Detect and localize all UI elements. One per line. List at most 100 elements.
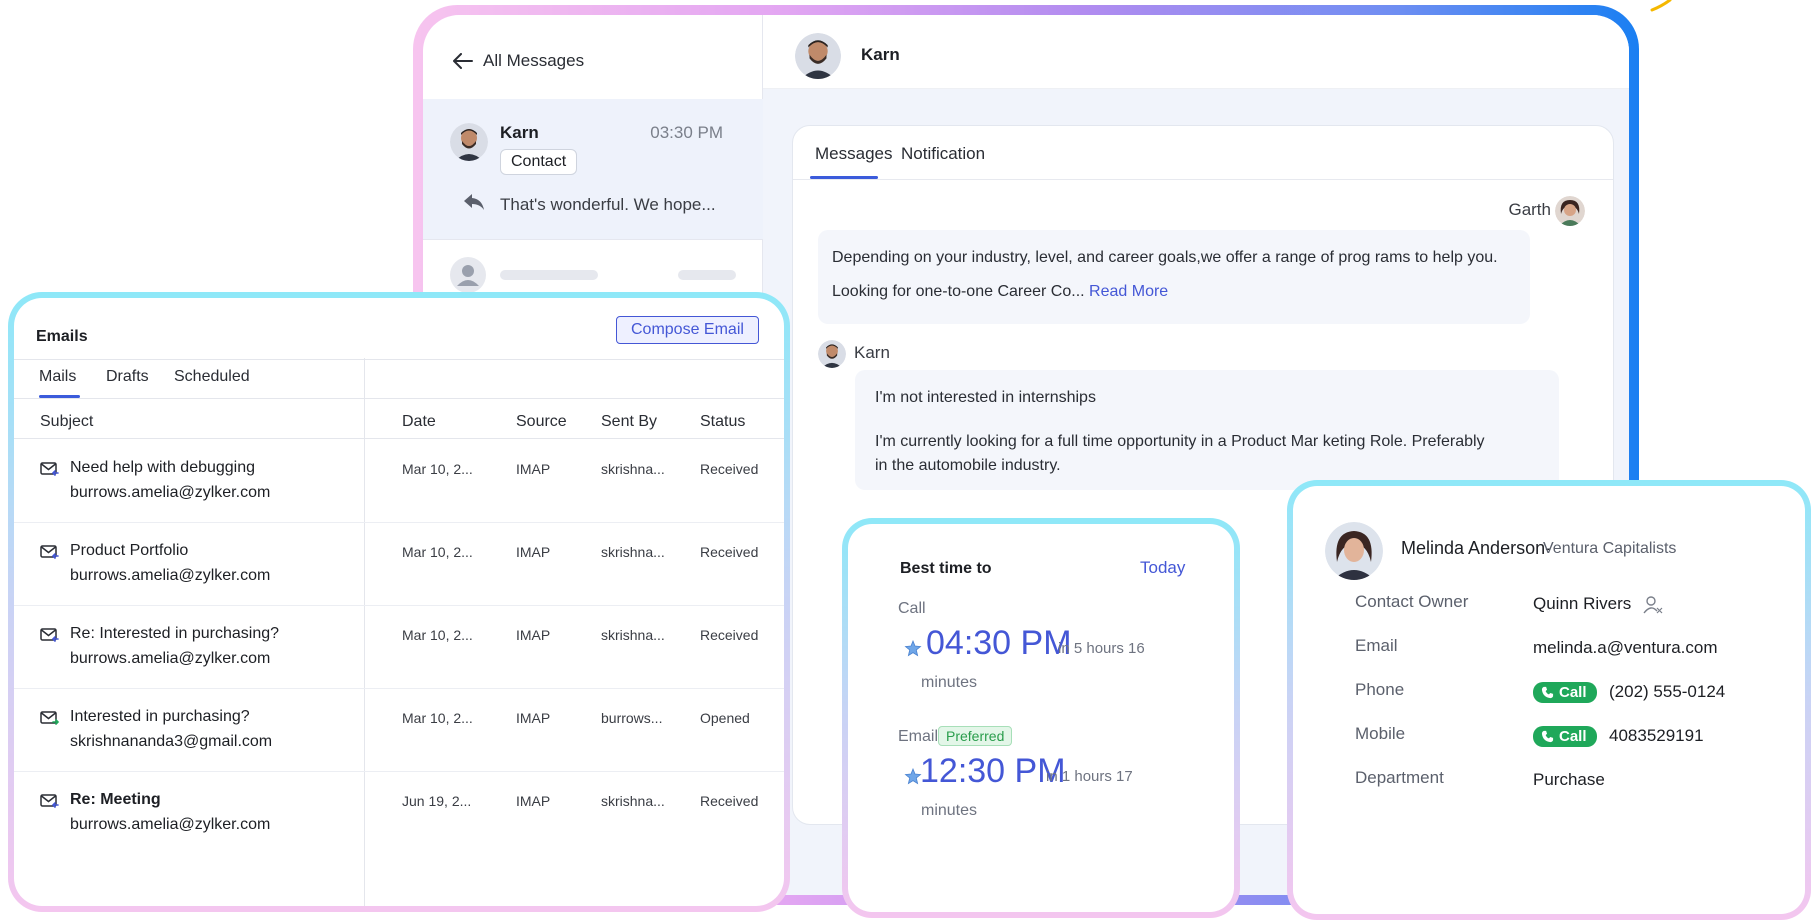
column-subject: Subject xyxy=(40,413,94,430)
tabs-divider xyxy=(793,179,1613,180)
contact-name: Melinda Anderson- xyxy=(1401,538,1552,558)
phone-icon xyxy=(1541,730,1554,743)
back-to-all-messages[interactable]: All Messages xyxy=(453,51,584,71)
phone-icon xyxy=(1541,686,1554,699)
garth-message: Depending on your industry, level, and c… xyxy=(818,230,1530,324)
karn-message-avatar xyxy=(818,340,846,368)
email-date: Jun 19, 2... xyxy=(402,793,472,809)
emails-panel: Emails Compose Email Mails Drafts Schedu… xyxy=(14,298,784,906)
email-sent-by: burrows... xyxy=(601,710,663,726)
tab-scheduled[interactable]: Scheduled xyxy=(174,368,250,386)
email-date: Mar 10, 2... xyxy=(402,627,473,643)
chat-header-name: Karn xyxy=(861,45,900,64)
skeleton-line xyxy=(678,270,736,280)
email-row[interactable]: Product Portfolio burrows.amelia@zylker.c… xyxy=(14,522,784,605)
phone-value: (202) 555-0124 xyxy=(1609,682,1726,701)
reply-icon xyxy=(464,194,484,210)
email-time-until: in 1 hours 17 xyxy=(1046,768,1133,785)
email-best-time: 12:30 PM xyxy=(920,752,1066,790)
column-status: Status xyxy=(700,413,746,430)
email-date: Mar 10, 2... xyxy=(402,544,473,560)
email-subject: Product Portfolio xyxy=(70,542,189,559)
department-value: Purchase xyxy=(1533,770,1605,789)
call-time-until-unit: minutes xyxy=(921,674,978,691)
email-label: Email xyxy=(1355,636,1398,655)
email-date: Mar 10, 2... xyxy=(402,461,473,477)
email-subject: Interested in purchasing? xyxy=(70,708,250,725)
email-time-until-unit: minutes xyxy=(921,802,978,819)
mail-received-icon xyxy=(40,628,59,642)
email-address: burrows.amelia@zylker.com xyxy=(70,484,271,501)
tab-notification[interactable]: Notification xyxy=(901,144,985,164)
garth-name: Garth xyxy=(1508,200,1551,219)
email-address: skrishnananda3@gmail.com xyxy=(70,733,273,750)
mail-sent-icon xyxy=(40,711,60,725)
department-label: Department xyxy=(1355,768,1444,787)
email-row[interactable]: Interested in purchasing? skrishnananda3@… xyxy=(14,688,784,771)
read-more-link[interactable]: Read More xyxy=(1089,283,1168,300)
karn-header-avatar xyxy=(795,33,841,79)
mobile-call-button[interactable]: Call xyxy=(1533,726,1597,747)
best-time-panel-frame: Best time to Today Call 04:30 PM in 5 ho… xyxy=(842,518,1240,918)
email-sent-by: skrishna... xyxy=(601,793,665,809)
email-address: burrows.amelia@zylker.com xyxy=(70,567,271,584)
call-label: Call xyxy=(898,600,926,617)
best-time-title: Best time to xyxy=(900,560,992,577)
today-selector[interactable]: Today xyxy=(1140,558,1185,578)
email-status: Received xyxy=(700,461,759,477)
mobile-value: 4083529191 xyxy=(1609,726,1704,745)
email-label: Email xyxy=(898,728,939,745)
user-placeholder-icon xyxy=(450,257,486,293)
email-status: Received xyxy=(700,627,759,643)
chat-header: Karn xyxy=(763,15,1629,89)
email-subject: Need help with debugging xyxy=(70,459,256,476)
email-value[interactable]: melinda.a@ventura.com xyxy=(1533,638,1718,658)
decorative-arc xyxy=(1650,0,1672,12)
karn-message-line2: I'm currently looking for a full time op… xyxy=(875,433,1485,450)
tab-mails[interactable]: Mails xyxy=(39,368,76,386)
contact-company: Ventura Capitalists xyxy=(1543,540,1677,557)
column-source: Source xyxy=(516,413,567,430)
conversation-preview: That's wonderful. We hope... xyxy=(500,195,716,214)
preferred-badge: Preferred xyxy=(938,726,1013,746)
melinda-avatar xyxy=(1325,522,1383,580)
skeleton-line xyxy=(500,270,598,280)
garth-avatar xyxy=(1555,196,1585,226)
divider xyxy=(423,239,763,240)
email-row[interactable]: Re: Interested in purchasing? burrows.ame… xyxy=(14,605,784,688)
email-date: Mar 10, 2... xyxy=(402,710,473,726)
divider xyxy=(14,359,784,360)
email-source: IMAP xyxy=(516,544,551,560)
phone-label: Phone xyxy=(1355,680,1405,699)
contact-panel-frame: Melinda Anderson- Ventura Capitalists Co… xyxy=(1287,480,1811,920)
tab-messages[interactable]: Messages xyxy=(815,144,892,164)
email-row[interactable]: Need help with debugging burrows.amelia@z… xyxy=(14,439,784,522)
karn-message-name: Karn xyxy=(854,343,890,362)
email-status: Opened xyxy=(700,710,750,726)
divider xyxy=(14,398,784,399)
user-owner-icon[interactable] xyxy=(1643,596,1663,614)
email-row[interactable]: Re: Meeting burrows.amelia@zylker.com Jun … xyxy=(14,771,784,854)
contact-panel: Melinda Anderson- Ventura Capitalists Co… xyxy=(1293,486,1805,914)
emails-panel-frame: Emails Compose Email Mails Drafts Schedu… xyxy=(8,292,790,912)
email-source: IMAP xyxy=(516,627,551,643)
conversation-item-karn[interactable]: Karn 03:30 PM Contact That's wonderful. … xyxy=(423,99,763,239)
back-label: All Messages xyxy=(483,51,585,70)
email-address: burrows.amelia@zylker.com xyxy=(70,650,271,667)
call-label: Call xyxy=(1559,684,1587,701)
email-sent-by: skrishna... xyxy=(601,544,665,560)
compose-email-button[interactable]: Compose Email xyxy=(616,316,759,344)
karn-message-line3: in the automobile industry. xyxy=(875,457,1061,474)
email-source: IMAP xyxy=(516,793,551,809)
conversation-time: 03:30 PM xyxy=(650,123,723,142)
email-subject: Re: Interested in purchasing? xyxy=(70,625,280,642)
email-source: IMAP xyxy=(516,461,551,477)
phone-call-button[interactable]: Call xyxy=(1533,682,1597,703)
email-sent-by: skrishna... xyxy=(601,461,665,477)
mobile-label: Mobile xyxy=(1355,724,1406,743)
mail-received-icon xyxy=(40,462,59,476)
contact-owner-label: Contact Owner xyxy=(1355,592,1469,611)
tab-drafts[interactable]: Drafts xyxy=(106,368,149,386)
contact-owner-value: Quinn Rivers xyxy=(1533,594,1632,613)
call-label: Call xyxy=(1559,728,1587,745)
